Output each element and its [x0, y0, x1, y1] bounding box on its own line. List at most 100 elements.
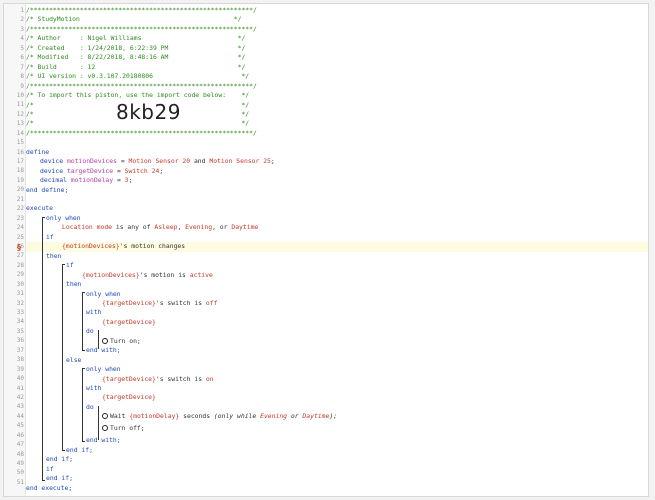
with-keyword[interactable]: with	[86, 384, 101, 392]
clock-icon	[102, 413, 108, 420]
code-line-32[interactable]: {targetDevice}'s switch is off	[26, 299, 648, 308]
do-keyword[interactable]: do	[86, 403, 94, 411]
end-if-keyword[interactable]: end if;	[66, 446, 93, 454]
variable-target-device[interactable]: targetDevice	[67, 167, 113, 175]
code-line-18[interactable]: device targetDevice = Switch 24;	[26, 167, 648, 176]
equals-sign: =	[116, 157, 129, 166]
do-keyword[interactable]: do	[86, 327, 94, 335]
code-line-35: do	[26, 327, 648, 336]
code-line-31: only when	[26, 290, 648, 299]
power-icon	[102, 424, 108, 431]
target-device-ref[interactable]: {targetDevice}	[102, 299, 156, 307]
code-editor[interactable]: 1 2 3 4 5 6 7 8 9 10 11 12 13 14 15 16 17 18 19 20 21 22 23 24 2…	[3, 3, 649, 497]
device-motion-sensor-20[interactable]: Motion Sensor 20	[129, 157, 191, 165]
line-number: 4	[20, 35, 24, 43]
if-keyword[interactable]: if	[46, 233, 54, 241]
mode-asleep[interactable]: Asleep	[154, 223, 177, 231]
value-off[interactable]: off	[206, 299, 218, 307]
mode-daytime[interactable]: Daytime	[302, 412, 329, 420]
variable-motion-devices[interactable]: motionDevices	[67, 157, 117, 165]
motion-devices-ref[interactable]: {motionDevices}	[62, 242, 120, 250]
mode-evening[interactable]: Evening	[185, 223, 212, 231]
code-line-26[interactable]: {motionDevices}'s motion changes	[26, 242, 648, 252]
code-line-34[interactable]: {targetDevice}	[26, 318, 648, 327]
code-line-39: only when	[26, 365, 648, 374]
if-keyword[interactable]: if	[66, 261, 74, 269]
block-bracket-if	[62, 264, 63, 451]
else-keyword[interactable]: else	[66, 356, 81, 364]
turn-off-command[interactable]: Turn off;	[110, 424, 145, 432]
line-number: 33	[16, 309, 24, 316]
only-when-keyword[interactable]: only when	[46, 214, 81, 222]
code-line-19[interactable]: decimal motionDelay = 3;	[26, 176, 648, 185]
device-switch-24[interactable]: Switch 24	[125, 167, 160, 175]
location-mode[interactable]: Location mode	[62, 223, 112, 231]
code-line-46: end with;	[26, 436, 648, 445]
code-line-44[interactable]: Wait {motionDelay} seconds (only while E…	[26, 412, 648, 421]
target-device-ref[interactable]: {targetDevice}	[102, 318, 156, 326]
code-line-20: end define;	[26, 186, 648, 195]
line-number: 31	[16, 290, 24, 298]
breakpoint-marker-icon[interactable]: §	[17, 244, 23, 252]
end-with-keyword[interactable]: end with;	[86, 346, 121, 354]
code-line-45[interactable]: Turn off;	[26, 424, 648, 433]
then-keyword[interactable]: then	[46, 252, 61, 260]
line-number: 44	[16, 412, 24, 420]
line-number: 25	[16, 233, 24, 241]
variable-motion-delay[interactable]: motionDelay	[71, 176, 113, 184]
device-motion-sensor-25[interactable]: Motion Sensor 25	[209, 157, 271, 165]
switch-is-text: 's switch is	[155, 298, 206, 307]
line-number: 11	[16, 101, 24, 109]
motion-devices-ref[interactable]: {motionDevices}	[82, 271, 140, 279]
end-with-keyword[interactable]: end with;	[86, 436, 121, 444]
value-active[interactable]: active	[190, 271, 213, 279]
code-line-37: end with;	[26, 346, 648, 355]
code-area[interactable]: /***************************************…	[26, 6, 648, 496]
line-number: 2	[20, 16, 24, 24]
code-line-23: only when	[26, 214, 648, 223]
end-define-keyword[interactable]: end define;	[26, 186, 68, 194]
target-device-ref[interactable]: {targetDevice}	[102, 375, 156, 383]
code-line-42[interactable]: {targetDevice}	[26, 393, 648, 402]
end-if-keyword[interactable]: end if;	[46, 474, 73, 482]
code-line-40[interactable]: {targetDevice}'s switch is on	[26, 375, 648, 384]
code-line-4: /* Author : Nigel Williams */	[26, 34, 246, 43]
code-line-29[interactable]: {motionDevices}'s motion is active	[26, 271, 648, 280]
code-line-7: /* Build : 12 */	[26, 62, 246, 71]
seconds-text: seconds	[179, 412, 214, 421]
import-code[interactable]: 8kb29	[116, 100, 181, 124]
end-execute-keyword[interactable]: end execute;	[26, 484, 72, 492]
line-number: 21	[16, 195, 24, 203]
semicolon: ;	[128, 176, 133, 185]
code-line-9: /***************************************…	[26, 81, 257, 90]
bracket-tick	[62, 450, 65, 451]
motion-delay-ref[interactable]: {motionDelay}	[129, 412, 179, 420]
only-when-keyword[interactable]: only when	[86, 290, 121, 298]
line-number: 39	[16, 365, 24, 373]
define-keyword[interactable]: define	[26, 148, 49, 156]
with-keyword[interactable]: with	[86, 308, 101, 316]
line-number: 41	[16, 384, 24, 392]
line-number: 32	[16, 299, 24, 307]
turn-on-command[interactable]: Turn on;	[110, 337, 141, 345]
code-line-17[interactable]: device motionDevices = Motion Sensor 20 …	[26, 157, 648, 166]
only-when-keyword[interactable]: only when	[86, 365, 121, 373]
code-line-24[interactable]: Location mode is any of Asleep, Evening,…	[26, 223, 648, 232]
mode-daytime[interactable]: Daytime	[231, 223, 258, 231]
wait-text[interactable]: Wait	[110, 412, 129, 420]
if-keyword[interactable]: if	[46, 465, 54, 473]
code-line-36[interactable]: Turn on;	[26, 337, 648, 346]
block-bracket-do-1	[98, 330, 99, 349]
value-on[interactable]: on	[206, 375, 214, 383]
mode-evening[interactable]: Evening	[260, 412, 287, 420]
target-device-ref[interactable]: {targetDevice}	[102, 393, 156, 401]
line-number: 49	[16, 460, 24, 467]
end-if-keyword[interactable]: end if;	[46, 455, 73, 463]
execute-keyword[interactable]: execute	[26, 204, 53, 212]
code-line-22: execute	[26, 204, 648, 213]
line-number: 45	[16, 422, 24, 430]
then-keyword[interactable]: then	[66, 280, 81, 288]
line-number: 42	[16, 393, 24, 401]
code-line-38: else	[26, 356, 648, 365]
line-number: 19	[16, 176, 24, 184]
